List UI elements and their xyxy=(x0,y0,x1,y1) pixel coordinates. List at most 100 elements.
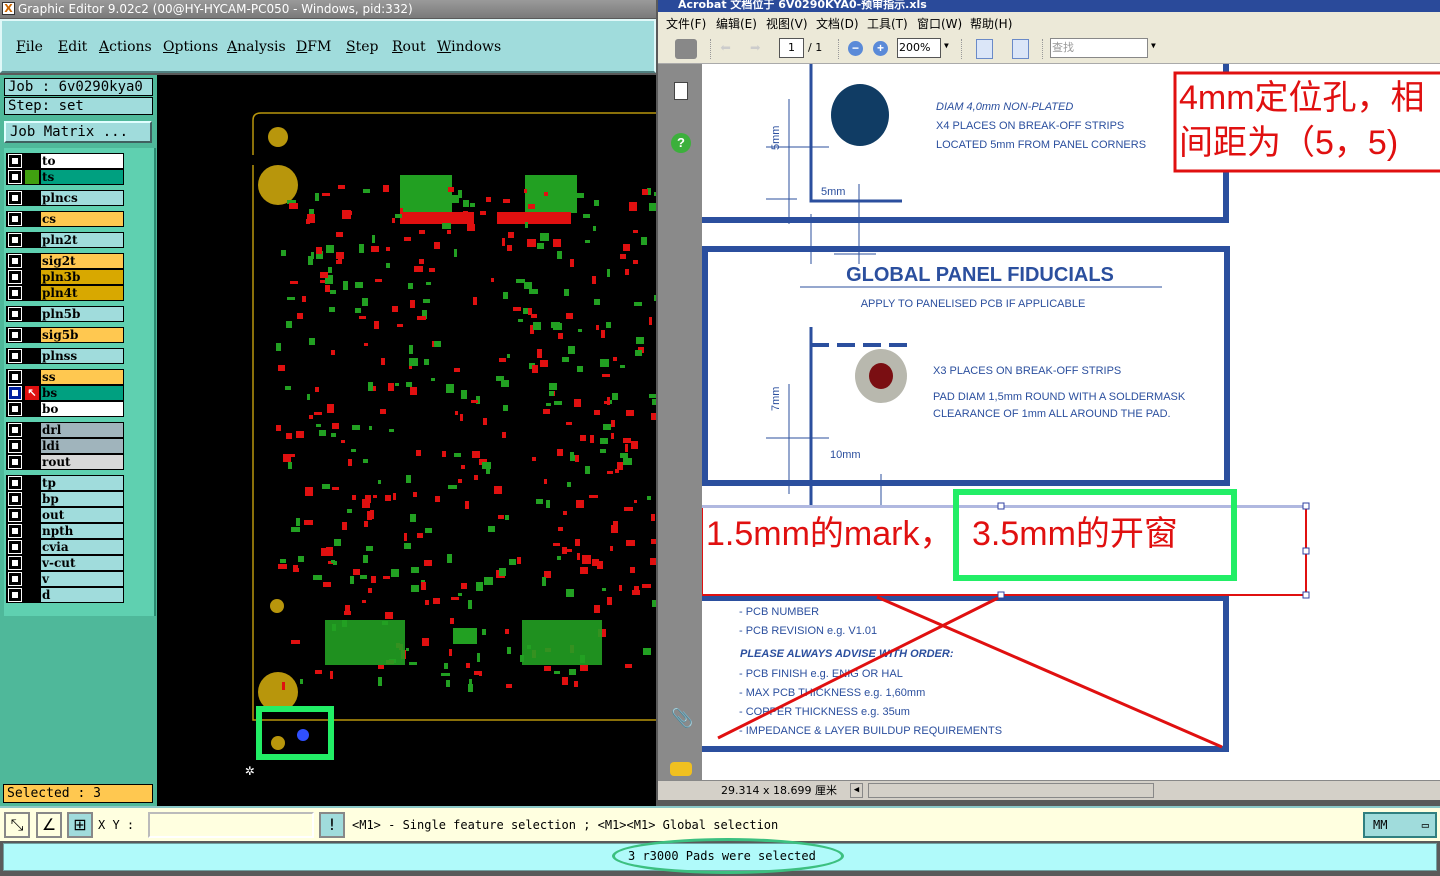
next-page-icon[interactable]: ➡ xyxy=(750,38,761,59)
menu-help-cn[interactable]: 帮助(H) xyxy=(970,15,1012,32)
layer-row-cs[interactable]: cs xyxy=(6,211,124,227)
xy-input[interactable] xyxy=(148,812,314,838)
zoom-dropdown-icon[interactable]: ▼ xyxy=(944,41,949,50)
layer-row-plncs[interactable]: plncs xyxy=(6,190,124,206)
prev-page-icon[interactable]: ⬅ xyxy=(720,38,731,59)
menu-edit[interactable]: Edit xyxy=(58,39,87,55)
pages-icon[interactable] xyxy=(674,82,688,100)
find-dropdown-icon[interactable]: ▼ xyxy=(1151,41,1156,50)
layer-row-bo[interactable]: bo xyxy=(6,401,124,417)
layer-row-drl[interactable]: drl xyxy=(6,422,124,438)
layer-checkbox[interactable] xyxy=(8,154,22,168)
layer-row-sig5b[interactable]: sig5b xyxy=(6,327,124,343)
layer-checkbox[interactable] xyxy=(8,328,22,342)
layer-row-pln5b[interactable]: pln5b xyxy=(6,306,124,322)
horizontal-scrollbar[interactable] xyxy=(868,783,1154,798)
layer-checkbox[interactable] xyxy=(8,170,22,184)
comments-icon[interactable] xyxy=(670,762,692,776)
page-input[interactable]: 1 xyxy=(779,38,804,58)
layer-checkbox[interactable] xyxy=(8,233,22,247)
layer-checkbox[interactable] xyxy=(8,556,22,570)
pcb-pad xyxy=(502,238,505,246)
menu-document-cn[interactable]: 文档(D) xyxy=(816,15,859,32)
layer-checkbox[interactable] xyxy=(8,508,22,522)
layer-row-bp[interactable]: bp xyxy=(6,491,124,507)
layer-row-pln4t[interactable]: pln4t xyxy=(6,285,124,301)
zoom-fit-icon[interactable]: ⤡ xyxy=(4,812,30,838)
pcb-pad xyxy=(549,391,554,396)
layer-row-bs[interactable]: ↖ bs xyxy=(6,385,124,401)
pcb-pad xyxy=(344,611,351,615)
zoom-in-icon[interactable]: + xyxy=(873,41,888,56)
layer-checkbox[interactable] xyxy=(8,572,22,586)
layer-row-plnss[interactable]: plnss xyxy=(6,348,124,364)
pcb-pad xyxy=(419,230,425,234)
menu-rout[interactable]: Rout xyxy=(392,39,426,55)
job-matrix-button[interactable]: Job Matrix ... xyxy=(4,121,152,143)
layer-checkbox[interactable] xyxy=(8,540,22,554)
tooling-hole xyxy=(831,84,889,146)
layer-checkbox[interactable] xyxy=(8,524,22,538)
layer-row-tp[interactable]: tp xyxy=(6,475,124,491)
menu-file-cn[interactable]: 文件(F) xyxy=(666,15,706,32)
menu-analysis[interactable]: Analysis xyxy=(227,39,286,55)
layer-row-ss[interactable]: ss xyxy=(6,369,124,385)
layer-row-ldi[interactable]: ldi xyxy=(6,438,124,454)
attachment-icon[interactable]: 📎 xyxy=(671,708,693,729)
layer-checkbox[interactable] xyxy=(8,439,22,453)
layer-checkbox[interactable] xyxy=(8,286,22,300)
layer-checkbox[interactable] xyxy=(8,423,22,437)
menu-step[interactable]: Step xyxy=(346,39,378,55)
print-icon[interactable] xyxy=(675,39,697,59)
layer-row-out[interactable]: out xyxy=(6,507,124,523)
layer-row-ts[interactable]: ts xyxy=(6,169,124,185)
window-note-text: 3.5mm的开窗 xyxy=(972,515,1178,553)
layer-row-pln2t[interactable]: pln2t xyxy=(6,232,124,248)
layer-row-d[interactable]: d xyxy=(6,587,124,603)
units-select[interactable]: MM ▭ xyxy=(1363,812,1437,838)
layer-checkbox[interactable] xyxy=(8,254,22,268)
pcb-pad xyxy=(336,252,344,259)
layer-row-pln3b[interactable]: pln3b xyxy=(6,269,124,285)
grid-snap-icon[interactable]: ⊞ xyxy=(67,812,93,838)
zoom-input[interactable]: 200% xyxy=(897,38,941,58)
layer-checkbox[interactable] xyxy=(8,212,22,226)
layer-checkbox[interactable] xyxy=(8,386,22,400)
measure-icon[interactable]: ∠ xyxy=(36,812,62,838)
find-input[interactable]: 查找 xyxy=(1050,38,1148,58)
layer-row-npth[interactable]: npth xyxy=(6,523,124,539)
layer-checkbox[interactable] xyxy=(8,349,22,363)
fit-width-icon[interactable] xyxy=(976,39,993,59)
layer-checkbox[interactable] xyxy=(8,270,22,284)
menu-windows[interactable]: Windows xyxy=(437,39,501,55)
pdf-page[interactable]: 5mm 5mm DIAM 4,0mm NON-PLATED X4 PLACES … xyxy=(702,64,1440,780)
layer-checkbox[interactable] xyxy=(8,307,22,321)
graphics-canvas[interactable]: ✲ xyxy=(157,75,656,806)
help-icon[interactable]: ? xyxy=(671,133,691,153)
layer-checkbox[interactable] xyxy=(8,191,22,205)
layer-checkbox[interactable] xyxy=(8,370,22,384)
menu-tools-cn[interactable]: 工具(T) xyxy=(867,15,908,32)
fit-page-icon[interactable] xyxy=(1012,39,1029,59)
menu-file[interactable]: File xyxy=(16,39,43,55)
menu-options[interactable]: Options xyxy=(163,39,218,55)
menu-edit-cn[interactable]: 编辑(E) xyxy=(716,15,757,32)
menu-dfm[interactable]: DFM xyxy=(296,39,331,55)
scroll-left-icon[interactable]: ◀ xyxy=(850,783,863,798)
layer-row-to[interactable]: to xyxy=(6,153,124,169)
layer-checkbox[interactable] xyxy=(8,402,22,416)
layer-row-sig2t[interactable]: sig2t xyxy=(6,253,124,269)
layer-checkbox[interactable] xyxy=(8,476,22,490)
layer-row-cvia[interactable]: cvia xyxy=(6,539,124,555)
zoom-out-icon[interactable]: − xyxy=(848,41,863,56)
layer-checkbox[interactable] xyxy=(8,588,22,602)
layer-row-rout[interactable]: rout xyxy=(6,454,124,470)
menu-window-cn[interactable]: 窗口(W) xyxy=(917,15,962,32)
menu-view-cn[interactable]: 视图(V) xyxy=(766,15,808,32)
layer-checkbox[interactable] xyxy=(8,492,22,506)
layer-checkbox[interactable] xyxy=(8,455,22,469)
layer-row-v[interactable]: v xyxy=(6,571,124,587)
menu-actions[interactable]: Actions xyxy=(99,39,152,55)
layer-row-v-cut[interactable]: v-cut xyxy=(6,555,124,571)
info-icon[interactable]: ! xyxy=(319,812,345,838)
